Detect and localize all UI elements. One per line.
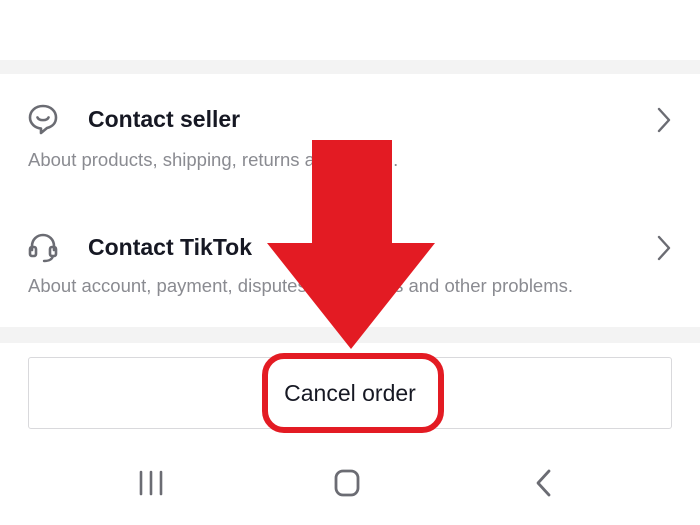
contact-tiktok-title: Contact TikTok bbox=[88, 234, 252, 260]
back-icon[interactable] bbox=[524, 466, 564, 500]
chevron-right-icon bbox=[657, 107, 671, 133]
contact-tiktok-row[interactable]: Contact TikTok About account, payment, d… bbox=[0, 202, 700, 322]
headset-icon bbox=[28, 233, 58, 263]
contact-seller-title: Contact seller bbox=[88, 106, 241, 132]
header-area bbox=[0, 0, 700, 60]
home-icon[interactable] bbox=[327, 466, 367, 500]
system-navigation-bar bbox=[0, 448, 700, 525]
chat-bubble-smile-icon bbox=[28, 104, 58, 135]
recent-apps-icon[interactable] bbox=[131, 466, 171, 500]
contact-seller-subtitle: About products, shipping, returns and re… bbox=[28, 149, 399, 170]
section-divider bbox=[0, 327, 700, 343]
section-divider bbox=[0, 60, 700, 74]
contact-seller-row[interactable]: Contact seller About products, shipping,… bbox=[0, 74, 700, 194]
highlight-box bbox=[262, 353, 444, 433]
chevron-right-icon bbox=[657, 235, 671, 261]
contact-tiktok-subtitle: About account, payment, disputes with se… bbox=[28, 275, 574, 296]
